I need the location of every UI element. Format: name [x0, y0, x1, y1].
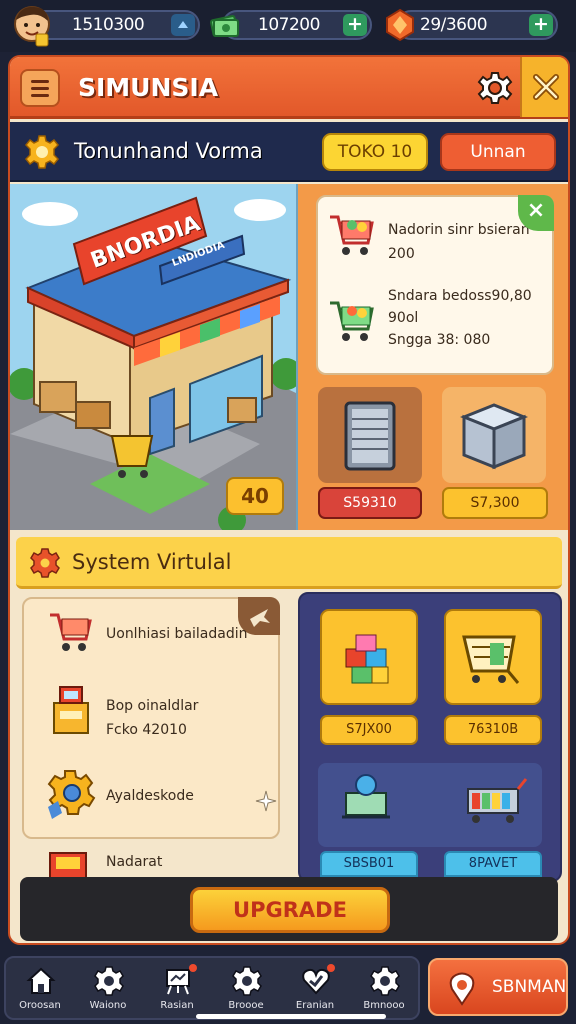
cart-icon [50, 613, 92, 651]
gem-icon [384, 8, 416, 42]
equipment-tile-freezer[interactable] [442, 387, 546, 483]
store-title: Tonunhand Vorma [74, 139, 263, 163]
gear-icon [94, 966, 124, 996]
grid-price-computer[interactable]: SBSB01 [320, 851, 418, 877]
upgrade-button[interactable]: UPGRADE [190, 887, 390, 933]
system-bar: System Virtulal [16, 537, 562, 589]
resource-bar: 1510300 107200 + 29/3600 + [0, 0, 576, 52]
close-button[interactable] [520, 57, 568, 117]
cash-stack-icon [208, 8, 242, 42]
home-indicator [196, 1014, 386, 1019]
grid-tile-goods[interactable] [320, 609, 418, 705]
trolley-icon [462, 635, 520, 684]
cart-icon [326, 293, 376, 347]
nav-item-rasian[interactable]: Rasian [143, 958, 211, 1018]
offer-line-3: Sndara bedoss90,80 [388, 288, 532, 304]
notification-dot [327, 964, 335, 972]
grocery-box-icon [49, 852, 87, 877]
sparkle-icon [254, 789, 278, 813]
heart-check-icon [302, 968, 330, 995]
gear-icon [477, 72, 513, 104]
home-icon [26, 967, 56, 994]
grid-tile-trolley[interactable] [444, 609, 542, 705]
cart-icon [326, 207, 376, 261]
sbnman-label: SBNMAN [492, 977, 567, 997]
grid-tile-shelf-cart[interactable] [462, 773, 532, 825]
list-item-1-label: Uonlhiasi bailadadin [106, 626, 248, 642]
offer-line-2: 200 [388, 246, 415, 262]
resource-coins-info-button[interactable] [171, 14, 195, 36]
add-cash-button[interactable]: + [343, 14, 367, 36]
resource-coins: 1510300 [30, 10, 200, 40]
nav-item-bmnooo[interactable]: Bmnooo [350, 958, 418, 1018]
nav-label: Broooe [228, 1000, 264, 1011]
grid-price-shelf-cart[interactable]: 8PAVET [444, 851, 542, 877]
grid-price-goods[interactable]: S7JX00 [320, 715, 418, 745]
settings-button[interactable] [476, 69, 514, 107]
list-item-2-sublabel: Fcko 42010 [106, 722, 187, 738]
resource-coins-value: 1510300 [72, 15, 145, 35]
nav-item-eranian[interactable]: Eranian [281, 958, 349, 1018]
system-title: System Virtulal [72, 550, 232, 574]
list-item-1[interactable] [46, 607, 96, 657]
nav-label: Rasian [160, 1000, 194, 1011]
menu-button[interactable] [20, 69, 60, 107]
offer-line-5: Sngga 38: 080 [388, 332, 491, 348]
goods-stack-icon [345, 634, 389, 684]
nav-label: Oroosan [19, 1000, 61, 1011]
equipment-tile-fridge[interactable] [318, 387, 422, 483]
list-item-3[interactable] [42, 767, 98, 823]
location-pin-icon [449, 972, 475, 1006]
sbnman-button[interactable]: SBNMAN [428, 958, 568, 1016]
nav-item-broooe[interactable]: Broooe [212, 958, 280, 1018]
offer-close-button[interactable]: × [518, 195, 554, 231]
list-item-4-label: Nadarat [106, 854, 163, 870]
panel-header: SIMUNSIA [10, 57, 568, 119]
nav-item-oroosan[interactable]: Oroosan [6, 958, 74, 1018]
nav-label: Waiono [89, 1000, 127, 1011]
toko-button[interactable]: TOKO 10 [322, 133, 428, 171]
page-title: SIMUNSIA [78, 73, 219, 102]
equipment-price-freezer[interactable]: S7,300 [442, 487, 548, 519]
grid-price-trolley[interactable]: 76310B [444, 715, 542, 745]
gear-icon [370, 966, 400, 996]
unnan-button[interactable]: Unnan [440, 133, 556, 171]
list-item-2[interactable] [46, 679, 96, 739]
fridge-icon [344, 401, 396, 471]
list-item-4[interactable] [44, 847, 94, 877]
easel-icon [166, 969, 190, 995]
nav-label: Bmnooo [363, 1000, 405, 1011]
resource-gems: 29/3600 + [396, 10, 558, 40]
equipment-price-fridge[interactable]: S59310 [318, 487, 422, 519]
list-item-3-label: Ayaldeskode [106, 788, 194, 804]
resource-cash-value: 107200 [258, 15, 320, 35]
close-icon [533, 74, 559, 100]
notification-dot [189, 964, 197, 972]
cash-register-icon [53, 686, 89, 734]
shelf-cart-icon [467, 778, 528, 823]
offer-line-4: 90ol [388, 310, 419, 326]
freezer-box-icon [459, 403, 529, 470]
nav-label: Eranian [295, 1000, 335, 1011]
bottom-nav: Oroosan Waiono Rasian Broooe Eranian Bmn… [4, 956, 420, 1020]
gear-badge-icon [47, 770, 96, 819]
resource-gems-value: 29/3600 [420, 15, 488, 35]
resource-cash: 107200 + [222, 10, 372, 40]
grid-tile-computer[interactable] [336, 771, 396, 825]
gear-icon [30, 548, 60, 578]
player-avatar-icon[interactable] [12, 4, 52, 48]
sun-gear-icon [24, 134, 60, 170]
add-gems-button[interactable]: + [529, 14, 553, 36]
nav-item-waiono[interactable]: Waiono [74, 958, 142, 1018]
store-level-badge[interactable]: 40 [226, 477, 284, 515]
list-item-2-label: Bop oinaldlar [106, 698, 199, 714]
offer-line-1: Nadorin sinr bsieran [388, 222, 530, 238]
gear-icon [232, 966, 262, 996]
computer-icon [342, 774, 390, 819]
main-panel: SIMUNSIA Tonunhand Vorma TOKO 10 Unnan B… [8, 55, 570, 945]
